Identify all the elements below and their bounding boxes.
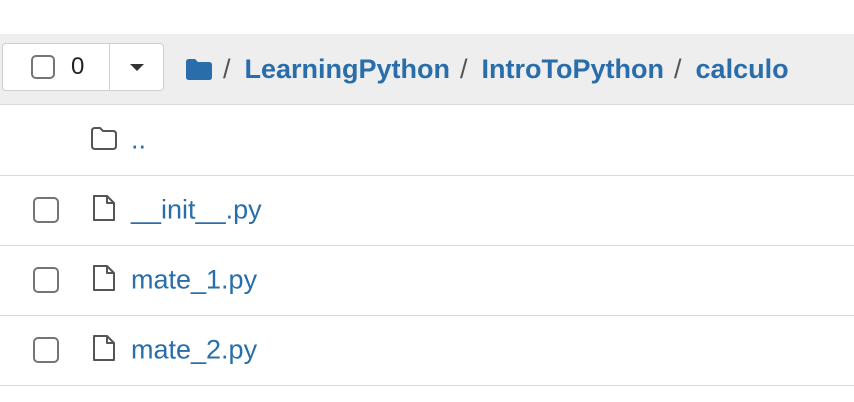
breadcrumb-separator: / — [223, 53, 231, 84]
select-menu-button[interactable] — [110, 43, 164, 91]
breadcrumb-item-calculo[interactable]: calculo — [696, 54, 789, 85]
breadcrumb: / LearningPython / IntroToPython / calcu… — [185, 34, 789, 104]
select-all-button[interactable]: 0 — [2, 43, 110, 91]
file-row[interactable]: mate_2.py — [0, 315, 854, 386]
breadcrumb-separator: / — [674, 53, 682, 84]
file-link[interactable]: __init__.py — [131, 195, 262, 226]
file-row[interactable]: mate_1.py — [0, 245, 854, 316]
file-icon — [89, 263, 119, 293]
file-link[interactable]: mate_2.py — [131, 335, 257, 366]
folder-icon[interactable] — [185, 57, 213, 81]
file-link[interactable]: mate_1.py — [131, 265, 257, 296]
row-checkbox[interactable] — [33, 197, 59, 223]
breadcrumb-separator: / — [460, 53, 468, 84]
select-all-checkbox[interactable] — [31, 55, 55, 79]
file-icon — [89, 333, 119, 363]
selected-count: 0 — [71, 53, 85, 80]
file-icon — [89, 193, 119, 223]
parent-folder-link[interactable]: .. — [131, 125, 146, 156]
file-row[interactable]: __init__.py — [0, 175, 854, 246]
caret-down-icon — [129, 63, 144, 71]
breadcrumb-item-learningpython[interactable]: LearningPython — [245, 54, 451, 85]
row-checkbox[interactable] — [33, 267, 59, 293]
folder-outline-icon — [89, 123, 119, 153]
row-checkbox[interactable] — [33, 337, 59, 363]
list-header: 0 / LearningPython / IntroToPython / cal… — [0, 34, 854, 105]
parent-folder-row[interactable]: .. — [0, 105, 854, 176]
select-all-control: 0 — [2, 43, 164, 93]
breadcrumb-item-introtopython[interactable]: IntroToPython — [482, 54, 664, 85]
file-browser: 0 / LearningPython / IntroToPython / cal… — [0, 0, 854, 402]
